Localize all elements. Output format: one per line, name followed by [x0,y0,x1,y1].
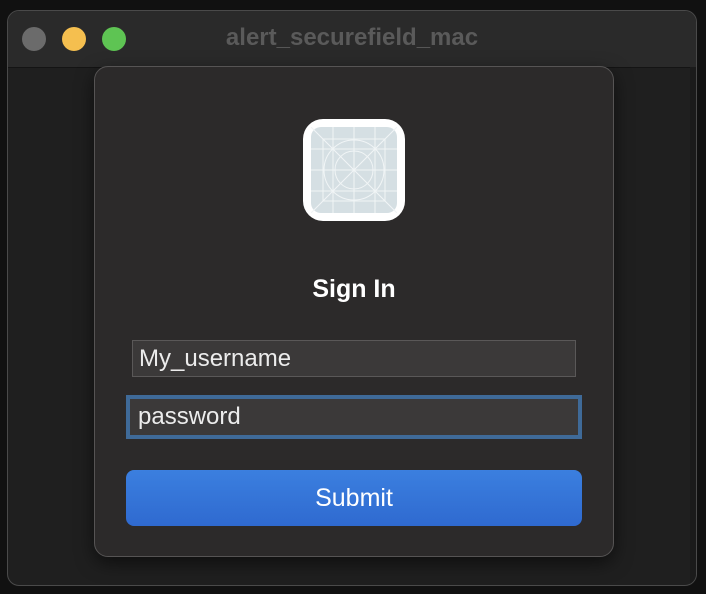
password-field[interactable]: password [126,395,582,439]
title-bar[interactable]: alert_securefield_mac [8,11,696,68]
sign-in-alert: Sign In My_username password Submit [94,66,614,557]
alert-title: Sign In [312,275,396,303]
app-placeholder-icon [303,119,405,221]
background-content [690,67,696,585]
window-title: alert_securefield_mac [225,24,479,51]
username-field[interactable]: My_username [132,340,576,377]
submit-button[interactable]: Submit [126,470,582,526]
